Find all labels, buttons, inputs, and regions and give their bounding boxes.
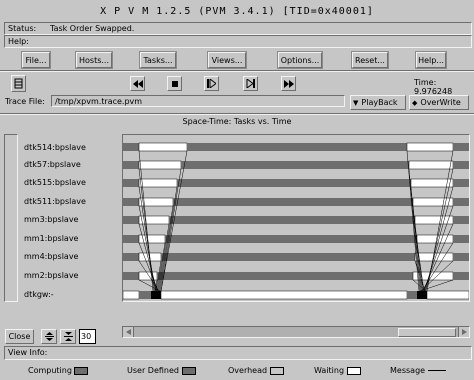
legend-user-defined: User Defined — [127, 366, 196, 375]
status-label: Status: — [8, 24, 37, 33]
view-info-label: View Info: — [8, 348, 48, 357]
legend-computing-label: Computing — [28, 366, 72, 375]
legend-user-defined-swatch — [181, 366, 196, 375]
host-label-column: dtk514:bpslave dtk57:bpslave dtk515:bpsl… — [20, 134, 116, 300]
playback-toggle[interactable]: ▼ PlayBack — [350, 95, 406, 110]
host-label[interactable]: mm2:bpslave — [24, 271, 78, 280]
host-label[interactable]: mm1:bpslave — [24, 234, 78, 243]
trace-toggle-icon[interactable] — [11, 75, 26, 92]
trace-file-input[interactable]: /tmp/xpvm.trace.pvm — [51, 95, 345, 107]
status-bar: Status: Task Order Swapped. — [4, 22, 472, 35]
host-label[interactable]: dtk515:bpslave — [24, 178, 86, 187]
spacetime-canvas[interactable] — [122, 134, 470, 302]
legend-overhead-label: Overhead — [228, 366, 268, 375]
scroll-right-icon[interactable] — [458, 327, 469, 337]
step-forward-icon[interactable] — [204, 76, 219, 91]
time-readout: Time: 9.976248 — [414, 78, 474, 96]
help-button[interactable]: Help... — [416, 52, 446, 68]
playback-label: PlayBack — [361, 98, 398, 107]
close-button[interactable]: Close — [5, 329, 34, 344]
stop-icon[interactable] — [167, 76, 182, 91]
scroll-left-icon[interactable] — [123, 327, 134, 337]
view-info-bar: View Info: — [4, 346, 472, 360]
task-bar-dtk515 — [123, 178, 469, 188]
task-bar-dtkgw — [123, 290, 469, 300]
fast-forward-icon[interactable] — [281, 76, 296, 91]
help-label: Help: — [8, 37, 29, 46]
zoom-in-icon[interactable] — [41, 329, 57, 344]
legend-message-swatch — [427, 370, 446, 371]
step-icon[interactable] — [243, 76, 258, 91]
host-label[interactable]: dtk511:bpslave — [24, 197, 86, 206]
options-button[interactable]: Options... — [278, 52, 322, 68]
time-label: Time: — [414, 78, 437, 87]
file-button[interactable]: File... — [22, 52, 50, 68]
spacetime-title: Space-Time: Tasks vs. Time — [182, 117, 292, 126]
legend-user-defined-label: User Defined — [127, 366, 179, 375]
legend-waiting: Waiting — [314, 366, 361, 375]
legend-waiting-swatch — [346, 366, 361, 375]
task-bar-dtk514 — [123, 142, 469, 152]
zoom-out-icon[interactable] — [60, 329, 76, 344]
host-label[interactable]: dtk57:bpslave — [24, 160, 81, 169]
views-button[interactable]: Views... — [208, 52, 246, 68]
legend-waiting-label: Waiting — [314, 366, 345, 375]
horizontal-scrollbar[interactable] — [122, 326, 470, 338]
legend-overhead-swatch — [269, 366, 284, 375]
legend-computing-swatch — [74, 366, 89, 375]
task-bar-dtk57 — [123, 160, 469, 170]
hosts-button[interactable]: Hosts... — [76, 52, 112, 68]
separator — [0, 113, 474, 115]
zoom-input[interactable]: 30 — [79, 329, 96, 344]
overwrite-label: OverWrite — [420, 98, 461, 107]
status-text: Task Order Swapped. — [50, 24, 135, 33]
host-label[interactable]: mm4:bpslave — [24, 252, 78, 261]
playback-indicator-icon: ▼ — [353, 98, 359, 107]
overwrite-indicator-icon: ◆ — [412, 98, 418, 107]
scroll-thumb[interactable] — [398, 328, 456, 337]
host-label[interactable]: dtk514:bpslave — [24, 143, 86, 152]
rewind-icon[interactable] — [130, 76, 145, 91]
host-label[interactable]: dtkgw:- — [24, 290, 54, 299]
help-bar: Help: — [4, 35, 472, 48]
legend-message-label: Message — [390, 366, 426, 375]
legend-overhead: Overhead — [228, 366, 284, 375]
legend-computing: Computing — [28, 366, 89, 375]
overwrite-toggle[interactable]: ◆ OverWrite — [409, 95, 469, 110]
reset-button[interactable]: Reset... — [352, 52, 388, 68]
window-title: X P V M 1.2.5 (PVM 3.4.1) [TID=0x40001] — [0, 0, 474, 22]
tasks-button[interactable]: Tasks... — [140, 52, 176, 68]
separator — [0, 70, 474, 72]
legend-message: Message — [390, 366, 446, 375]
task-bar-mm2 — [123, 271, 469, 281]
host-label[interactable]: mm3:bpslave — [24, 215, 78, 224]
task-scrollbar[interactable] — [4, 134, 18, 302]
trace-file-label: Trace File: — [5, 97, 45, 106]
